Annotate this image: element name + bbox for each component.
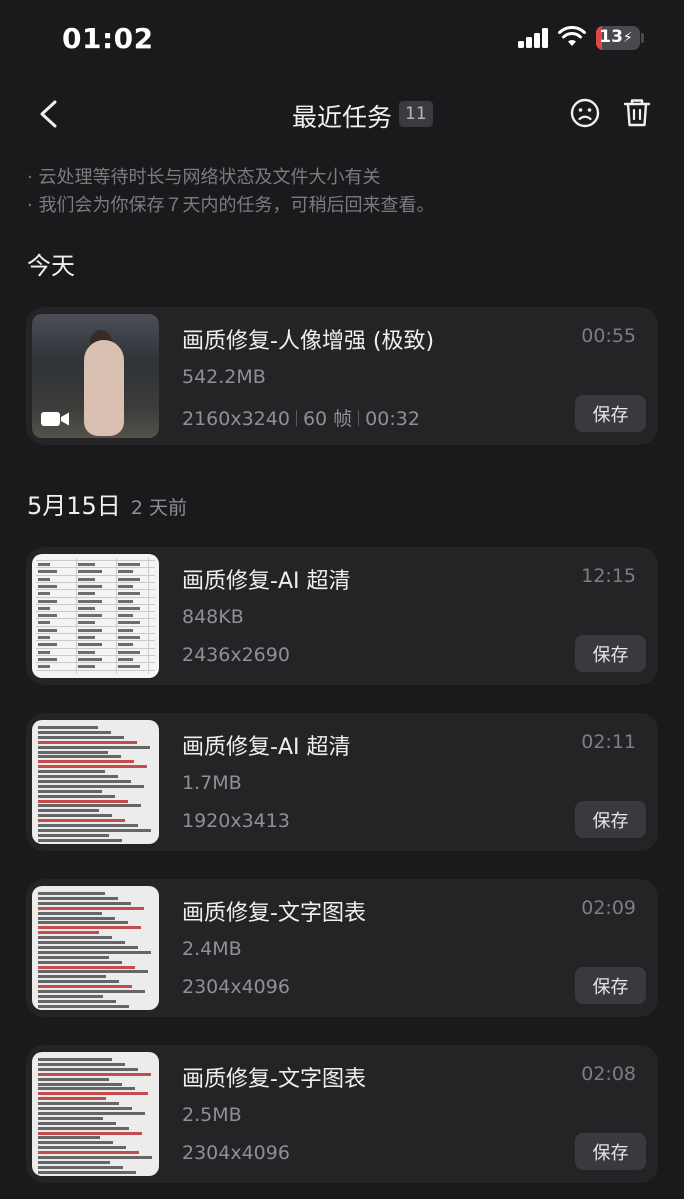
- battery-percentage: 13⚡: [599, 27, 633, 47]
- document-thumbnail: [32, 720, 159, 844]
- task-count-badge: 11: [399, 101, 433, 127]
- save-button[interactable]: 保存: [575, 1133, 646, 1170]
- info-notes: · 云处理等待时长与网络状态及文件大小有关 · 我们会为你保存７天内的任务，可稍…: [27, 164, 434, 220]
- trash-icon: [623, 99, 651, 127]
- task-title: 画质修复-AI 超清: [182, 569, 351, 594]
- chevron-left-icon: [40, 100, 57, 128]
- task-resolution: 2304x4096: [182, 1142, 290, 1164]
- wifi-icon: [558, 26, 586, 46]
- task-title: 画质修复-文字图表: [182, 1067, 366, 1092]
- battery-tip: [641, 33, 644, 43]
- note-line: · 云处理等待时长与网络状态及文件大小有关: [27, 167, 381, 188]
- save-button[interactable]: 保存: [575, 635, 646, 672]
- task-card[interactable]: 画质修复-文字图表 02:08 2.5MB 2304x4096 保存: [26, 1045, 658, 1183]
- task-resolution: 1920x3413: [182, 810, 290, 832]
- task-file-size: 2.4MB: [182, 938, 242, 960]
- video-thumbnail: [32, 314, 159, 438]
- video-camera-icon: [41, 412, 69, 426]
- save-button[interactable]: 保存: [575, 967, 646, 1004]
- task-file-size: 848KB: [182, 606, 244, 628]
- task-card[interactable]: 画质修复-文字图表 02:09 2.4MB 2304x4096 保存: [26, 879, 658, 1017]
- save-button[interactable]: 保存: [575, 801, 646, 838]
- section-subtitle: 2 天前: [130, 497, 187, 519]
- task-fps: 60 帧: [302, 408, 353, 430]
- task-time: 02:08: [581, 1063, 636, 1085]
- task-time: 02:09: [581, 897, 636, 919]
- status-time: 01:02: [62, 22, 154, 55]
- task-time: 02:11: [581, 731, 636, 753]
- delete-button[interactable]: [618, 94, 656, 132]
- nav-bar: 最近任务 11: [0, 84, 684, 144]
- task-resolution: 2160x3240: [182, 408, 290, 430]
- back-button[interactable]: [30, 94, 70, 134]
- task-title: 画质修复-AI 超清: [182, 735, 351, 760]
- task-file-size: 1.7MB: [182, 772, 242, 794]
- battery-icon: 13⚡: [596, 26, 640, 50]
- section-header-today: 今天: [27, 246, 75, 281]
- task-file-size: 2.5MB: [182, 1104, 242, 1126]
- task-resolution: 2436x2690: [182, 644, 290, 666]
- save-button[interactable]: 保存: [575, 395, 646, 432]
- section-title: 今天: [27, 252, 75, 280]
- task-time: 00:55: [581, 325, 636, 347]
- signal-icon: [518, 28, 550, 48]
- task-resolution: 2304x4096: [182, 976, 290, 998]
- spreadsheet-thumbnail: [32, 554, 159, 678]
- sad-face-icon: [570, 98, 600, 128]
- task-meta: 2160x3240 60 帧 00:32: [182, 404, 420, 431]
- task-file-size: 542.2MB: [182, 366, 266, 388]
- task-card[interactable]: 画质修复-AI 超清 02:11 1.7MB 1920x3413 保存: [26, 713, 658, 851]
- task-card[interactable]: 画质修复-人像增强 (极致) 00:55 542.2MB 2160x3240 60…: [26, 307, 658, 445]
- note-line: · 我们会为你保存７天内的任务，可稍后回来查看。: [27, 195, 435, 216]
- status-bar: 01:02 13⚡: [0, 0, 684, 76]
- feedback-button[interactable]: [566, 94, 604, 132]
- document-thumbnail: [32, 886, 159, 1010]
- task-title: 画质修复-文字图表: [182, 901, 366, 926]
- page-title: 最近任务: [292, 103, 393, 132]
- task-title: 画质修复-人像增强 (极致): [182, 329, 435, 354]
- section-header-may-15: 5月15日 2 天前: [27, 486, 187, 521]
- task-duration: 00:32: [365, 408, 420, 430]
- section-title: 5月15日: [27, 492, 121, 520]
- task-time: 12:15: [581, 565, 636, 587]
- task-card[interactable]: 画质修复-AI 超清 12:15 848KB 2436x2690 保存: [26, 547, 658, 685]
- document-thumbnail: [32, 1052, 159, 1176]
